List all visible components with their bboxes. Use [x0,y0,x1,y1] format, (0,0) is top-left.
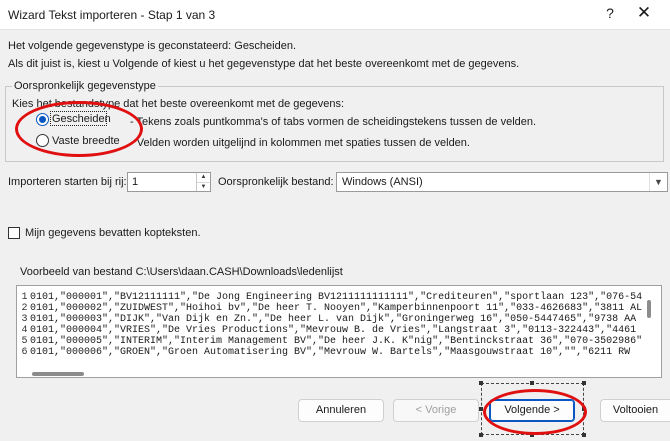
title-bar: Wizard Tekst importeren - Stap 1 van 3 ?… [0,0,670,30]
headers-checkbox-label[interactable]: Mijn gegevens bevatten kopteksten. [25,227,201,239]
instruction-text: Als dit juist is, kiest u Volgende of ki… [8,58,520,70]
chevron-down-icon[interactable]: ▼ [649,173,667,191]
horizontal-scrollbar[interactable] [32,372,84,376]
headers-checkbox[interactable] [8,227,20,239]
preview-row: 2 0101,"000002","ZUIDWEST","Hoihoi bv","D… [19,303,642,314]
radio-fixed-width-description: - Velden worden uitgelijnd in kolommen m… [130,137,470,149]
selection-handle [530,381,534,385]
row-text: 0101,"000005","INTERIM","Interim Managem… [30,336,643,347]
row-text: 0101,"000002","ZUIDWEST","Hoihoi bv","De… [30,303,643,314]
selection-handle [582,381,586,385]
finish-button[interactable]: Voltooien [600,399,670,422]
vertical-scrollbar[interactable] [647,300,651,318]
close-icon[interactable]: ✕ [634,3,654,23]
origin-label: Oorspronkelijk bestand: [218,176,334,188]
preview-row: 6 0101,"000006","GROEN","Groen Automatise… [19,347,630,358]
preview-row: 3 0101,"000003","DIJK","Van Dijk en Zn.",… [19,314,636,325]
row-number: 6 [21,347,28,358]
back-button[interactable]: < Vorige [393,399,479,422]
origin-value: Windows (ANSI) [342,176,423,188]
annotation-circle-next [483,389,587,435]
help-icon[interactable]: ? [603,5,617,21]
row-number: 1 [21,292,28,303]
stepper-up-icon[interactable]: ▲ [197,173,210,182]
stepper-down-icon[interactable]: ▼ [197,182,210,191]
start-row-value[interactable]: 1 [132,176,138,188]
row-number: 2 [21,303,28,314]
radio-delimited-description: - Tekens zoals puntkomma's of tabs vorme… [130,116,537,128]
start-row-stepper[interactable]: 1 ▲ ▼ [127,172,211,192]
preview-row: 4 0101,"000004","VRIES","De Vries Product… [19,325,636,336]
stepper-buttons[interactable]: ▲ ▼ [196,173,210,191]
row-text: 0101,"000001","BV12111111","De Jong Engi… [30,292,643,303]
selection-handle [479,433,483,437]
row-number: 5 [21,336,28,347]
origin-select[interactable]: Windows (ANSI) ▼ [336,172,668,192]
row-text: 0101,"000006","GROEN","Groen Automatiser… [30,347,631,358]
selection-handle [582,433,586,437]
preview-pane[interactable]: 1 0101,"000001","BV12111111","De Jong Eng… [16,285,662,378]
detected-type-text: Het volgende gegevenstype is geconstatee… [8,40,297,52]
row-number: 3 [21,314,28,325]
preview-row: 1 0101,"000001","BV12111111","De Jong Eng… [19,292,642,303]
preview-row: 5 0101,"000005","INTERIM","Interim Manage… [19,336,642,347]
window-title: Wizard Tekst importeren - Stap 1 van 3 [8,8,216,22]
row-text: 0101,"000004","VRIES","De Vries Producti… [30,325,637,336]
row-number: 4 [21,325,28,336]
cancel-button[interactable]: Annuleren [298,399,384,422]
selection-handle [479,381,483,385]
start-row-label: Importeren starten bij rij: [8,176,127,188]
row-text: 0101,"000003","DIJK","Van Dijk en Zn.","… [30,314,637,325]
annotation-circle-options [15,101,143,157]
preview-label: Voorbeeld van bestand C:\Users\daan.CASH… [20,266,343,278]
data-type-group-legend: Oorspronkelijk gegevenstype [12,80,158,92]
